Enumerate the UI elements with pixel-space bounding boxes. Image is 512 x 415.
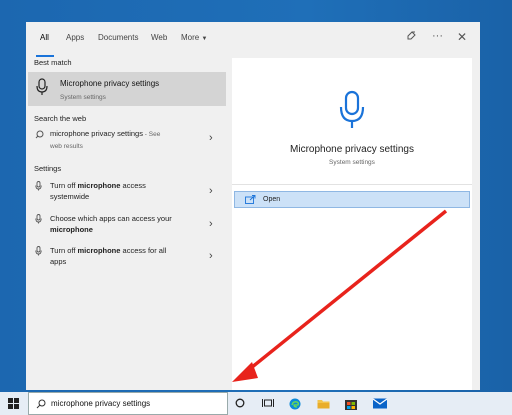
search-input[interactable]: microphone privacy settings xyxy=(51,399,150,408)
file-explorer-icon[interactable] xyxy=(317,398,330,409)
windows-start-icon[interactable] xyxy=(8,398,19,409)
cortana-icon[interactable] xyxy=(235,398,245,408)
mail-icon[interactable] xyxy=(373,398,387,409)
annotation-arrow xyxy=(232,209,448,382)
search-icon xyxy=(36,399,46,409)
microsoft-store-icon[interactable] xyxy=(345,398,357,410)
taskbar-search-box[interactable]: microphone privacy settings xyxy=(28,392,228,415)
edge-browser-icon[interactable] xyxy=(289,398,301,410)
task-view-icon[interactable] xyxy=(262,398,274,408)
